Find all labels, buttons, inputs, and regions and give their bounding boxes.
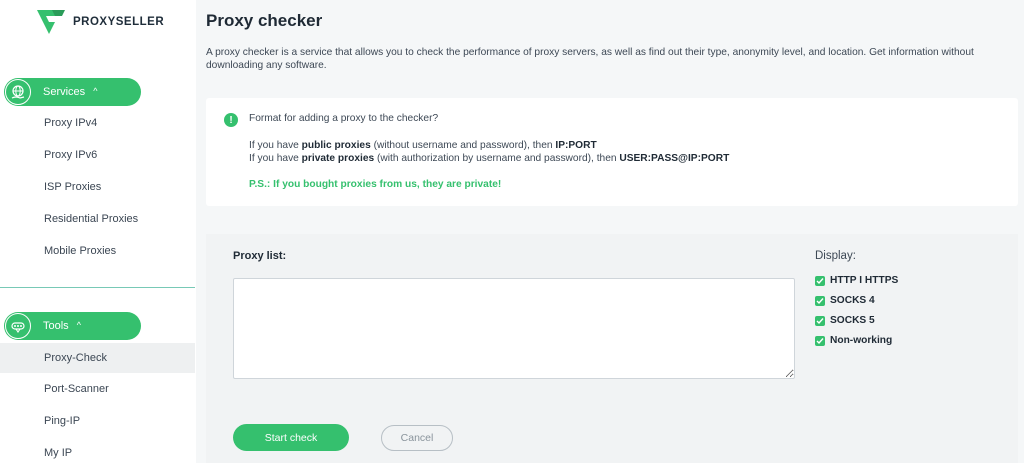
option-label: HTTP I HTTPS xyxy=(830,275,899,286)
sidebar-item-label: Ping-IP xyxy=(44,415,81,427)
private-proxies-strong: private proxies xyxy=(301,153,375,164)
checkbox-checked-icon[interactable] xyxy=(815,275,825,286)
sidebar-item-label: Proxy-Check xyxy=(44,352,107,364)
text: If you have xyxy=(249,153,302,164)
sidebar-item-proxy-ipv4[interactable]: Proxy IPv4 xyxy=(0,108,195,138)
sidebar-item-label: Proxy IPv4 xyxy=(44,117,98,129)
sidebar-item-isp-proxies[interactable]: ISP Proxies xyxy=(0,172,195,202)
option-label: Non-working xyxy=(830,335,893,346)
info-private-line: If you have private proxies (with author… xyxy=(249,153,729,164)
sidebar-item-label: Mobile Proxies xyxy=(44,245,117,257)
globe-hand-icon xyxy=(5,79,31,105)
sidebar-item-proxy-check[interactable]: Proxy-Check xyxy=(0,343,195,373)
display-option-non-working[interactable]: Non-working xyxy=(815,335,892,346)
services-section-toggle[interactable]: Services ^ xyxy=(4,78,141,106)
sidebar-item-proxy-ipv6[interactable]: Proxy IPv6 xyxy=(0,140,195,170)
tools-section-toggle[interactable]: Tools ^ xyxy=(4,312,141,340)
private-format: USER:PASS@IP:PORT xyxy=(619,153,730,164)
display-option-http-https[interactable]: HTTP I HTTPS xyxy=(815,275,898,286)
option-label: SOCKS 4 xyxy=(830,295,875,306)
services-label: Services xyxy=(43,86,86,98)
text: (without username and password), then xyxy=(370,140,556,151)
sidebar-item-my-ip[interactable]: My IP xyxy=(0,438,195,463)
sidebar-item-mobile-proxies[interactable]: Mobile Proxies xyxy=(0,236,195,266)
sidebar-item-residential-proxies[interactable]: Residential Proxies xyxy=(0,204,195,234)
exclamation-icon: ! xyxy=(224,113,238,127)
sidebar-item-label: Port-Scanner xyxy=(44,383,109,395)
sidebar-item-port-scanner[interactable]: Port-Scanner xyxy=(0,374,195,404)
proxy-list-label: Proxy list: xyxy=(233,250,287,262)
proxyseller-logo-icon xyxy=(37,10,65,34)
chevron-up-icon: ^ xyxy=(76,320,81,330)
sidebar-item-ping-ip[interactable]: Ping-IP xyxy=(0,406,195,436)
text: If you have xyxy=(249,140,302,151)
page-title: Proxy checker xyxy=(206,11,323,30)
sidebar-divider xyxy=(0,287,195,288)
sidebar-item-label: Proxy IPv6 xyxy=(44,149,98,161)
proxy-check-form: Proxy list: Display: HTTP I HTTPS SOCKS … xyxy=(206,234,1018,463)
checkbox-checked-icon[interactable] xyxy=(815,315,825,326)
sidebar: PROXYSELLER Services ^ Proxy IPv4 Proxy … xyxy=(0,0,196,463)
sidebar-item-label: Residential Proxies xyxy=(44,213,139,225)
format-info-card: ! Format for adding a proxy to the check… xyxy=(206,98,1018,206)
checkbox-checked-icon[interactable] xyxy=(815,295,825,306)
logo[interactable]: PROXYSELLER xyxy=(36,9,164,35)
page-description: A proxy checker is a service that allows… xyxy=(206,47,974,71)
main-content: Proxy checker A proxy checker is a servi… xyxy=(196,0,1024,463)
info-public-line: If you have public proxies (without user… xyxy=(249,140,597,151)
tools-badge-icon xyxy=(5,313,31,339)
display-option-socks4[interactable]: SOCKS 4 xyxy=(815,295,875,306)
sidebar-item-label: ISP Proxies xyxy=(44,181,102,193)
cancel-button[interactable]: Cancel xyxy=(381,425,453,451)
text: (with authorization by username and pass… xyxy=(374,153,620,164)
info-ps-note: P.S.: If you bought proxies from us, the… xyxy=(249,179,502,190)
proxy-list-textarea[interactable] xyxy=(233,278,795,379)
display-label: Display: xyxy=(815,250,856,262)
sidebar-item-label: My IP xyxy=(44,447,73,459)
start-check-button[interactable]: Start check xyxy=(233,424,349,451)
checkbox-checked-icon[interactable] xyxy=(815,335,825,346)
public-proxies-strong: public proxies xyxy=(301,140,371,151)
chevron-up-icon: ^ xyxy=(93,86,98,96)
logo-text: PROXYSELLER xyxy=(73,16,165,28)
info-heading: Format for adding a proxy to the checker… xyxy=(249,113,439,124)
option-label: SOCKS 5 xyxy=(830,315,875,326)
public-format: IP:PORT xyxy=(555,140,597,151)
display-option-socks5[interactable]: SOCKS 5 xyxy=(815,315,875,326)
tools-label: Tools xyxy=(43,320,69,332)
